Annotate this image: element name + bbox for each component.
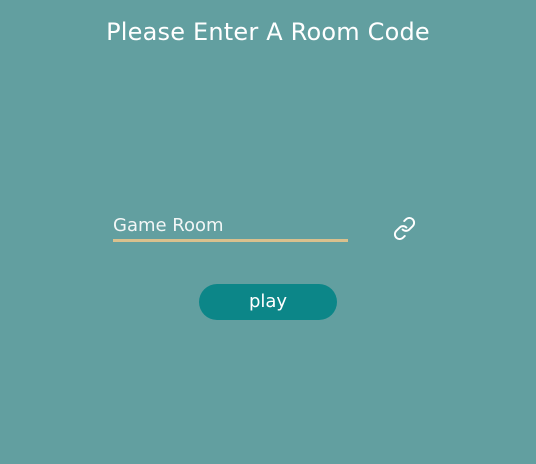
room-code-page: Please Enter A Room Code play: [0, 0, 536, 464]
link-icon[interactable]: [393, 217, 416, 240]
room-code-input[interactable]: [113, 211, 348, 239]
page-title: Please Enter A Room Code: [106, 18, 430, 46]
play-button[interactable]: play: [199, 284, 337, 320]
room-code-field: [113, 211, 348, 242]
